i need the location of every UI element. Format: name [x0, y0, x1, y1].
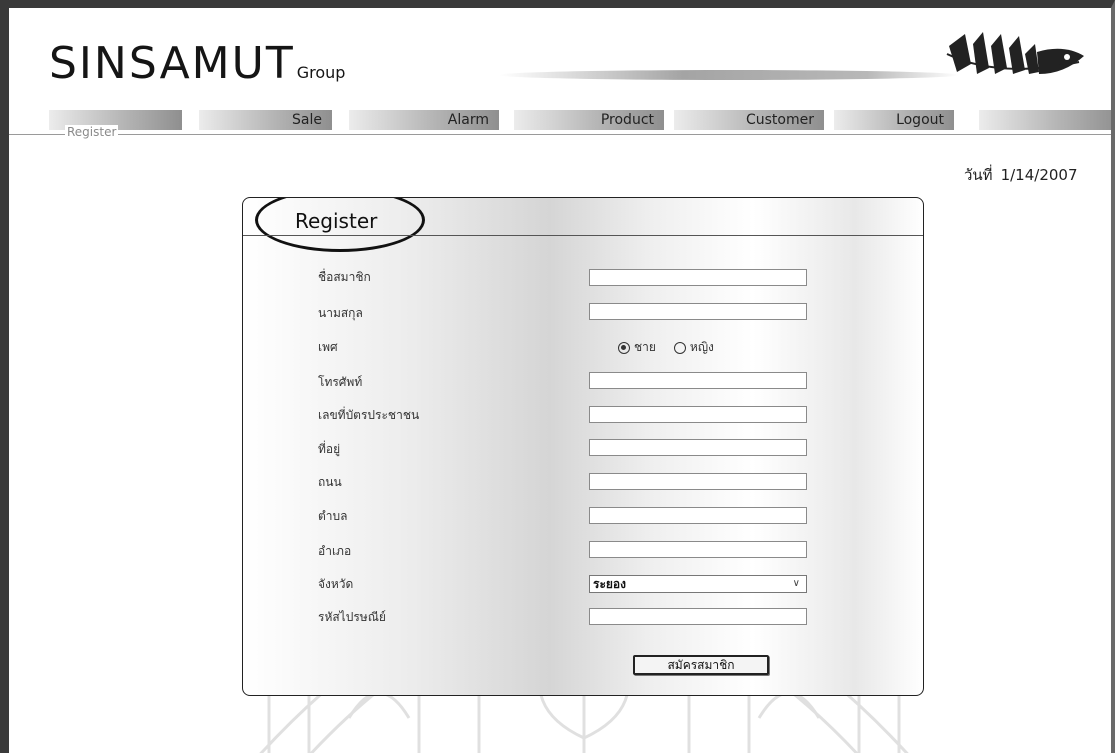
label-road: ถนน: [318, 475, 342, 489]
register-panel: Register ชื่อสมาชิก นามสกุล เพศ ชาย หญิง…: [242, 197, 924, 696]
member-name-field[interactable]: [589, 269, 807, 286]
label-postal-code: รหัสไปรษณีย์: [318, 610, 386, 624]
last-name-field[interactable]: [589, 303, 807, 320]
panel-title: Register: [295, 209, 378, 233]
phone-field[interactable]: [589, 372, 807, 389]
label-district: อำเภอ: [318, 544, 352, 558]
date-display: วันที่ 1/14/2007: [964, 163, 1086, 187]
nav-item-customer[interactable]: Customer: [674, 110, 824, 130]
nav-item-sale[interactable]: Sale: [199, 110, 332, 130]
gender-radio-group: ชาย หญิง: [618, 338, 732, 357]
district-field[interactable]: [589, 541, 807, 558]
label-last-name: นามสกุล: [318, 306, 363, 320]
label-subdistrict: ตำบล: [318, 509, 348, 523]
gender-female-radio[interactable]: [673, 341, 686, 354]
nav-item-blank-right: [979, 110, 1111, 130]
gender-female-label: หญิง: [689, 340, 714, 354]
road-field[interactable]: [589, 473, 807, 490]
gender-male-label: ชาย: [634, 340, 656, 354]
register-submit-button[interactable]: สมัครสมาชิก: [633, 655, 769, 675]
nav-item-logout[interactable]: Logout: [834, 110, 954, 130]
date-value: 1/14/2007: [1000, 166, 1078, 184]
province-select[interactable]: ระยอง ∨: [589, 575, 807, 593]
id-card-field[interactable]: [589, 406, 807, 423]
label-gender: เพศ: [318, 340, 338, 354]
brand-name: SINSAMUT: [49, 38, 295, 89]
label-province: จังหวัด: [318, 577, 354, 591]
main-nav: Sale Alarm Product Customer Logout: [49, 110, 1111, 130]
province-selected-value: ระยอง: [593, 577, 626, 591]
brand-sub: Group: [296, 63, 346, 82]
app-window: SINSAMUT Group Sale Alarm Product Custome…: [0, 0, 1115, 753]
breadcrumb: Register: [65, 125, 119, 139]
panel-title-divider: [243, 235, 923, 236]
nav-item-alarm[interactable]: Alarm: [349, 110, 499, 130]
label-id-card: เลขที่บัตรประชาชน: [318, 408, 420, 422]
label-address: ที่อยู่: [318, 442, 341, 456]
label-phone: โทรศัพท์: [318, 375, 363, 389]
header-decoration: [499, 70, 959, 80]
chevron-down-icon[interactable]: ∨: [793, 576, 800, 592]
nav-divider: [9, 134, 1111, 135]
date-label: วันที่: [964, 166, 993, 184]
postal-code-field[interactable]: [589, 608, 807, 625]
nav-item-product[interactable]: Product: [514, 110, 664, 130]
subdistrict-field[interactable]: [589, 507, 807, 524]
gender-male-radio[interactable]: [618, 341, 630, 354]
label-member-name: ชื่อสมาชิก: [318, 270, 371, 284]
fish-bone-logo-icon: [946, 32, 1084, 74]
address-field[interactable]: [589, 439, 807, 456]
brand-logo: SINSAMUT Group: [49, 38, 345, 89]
